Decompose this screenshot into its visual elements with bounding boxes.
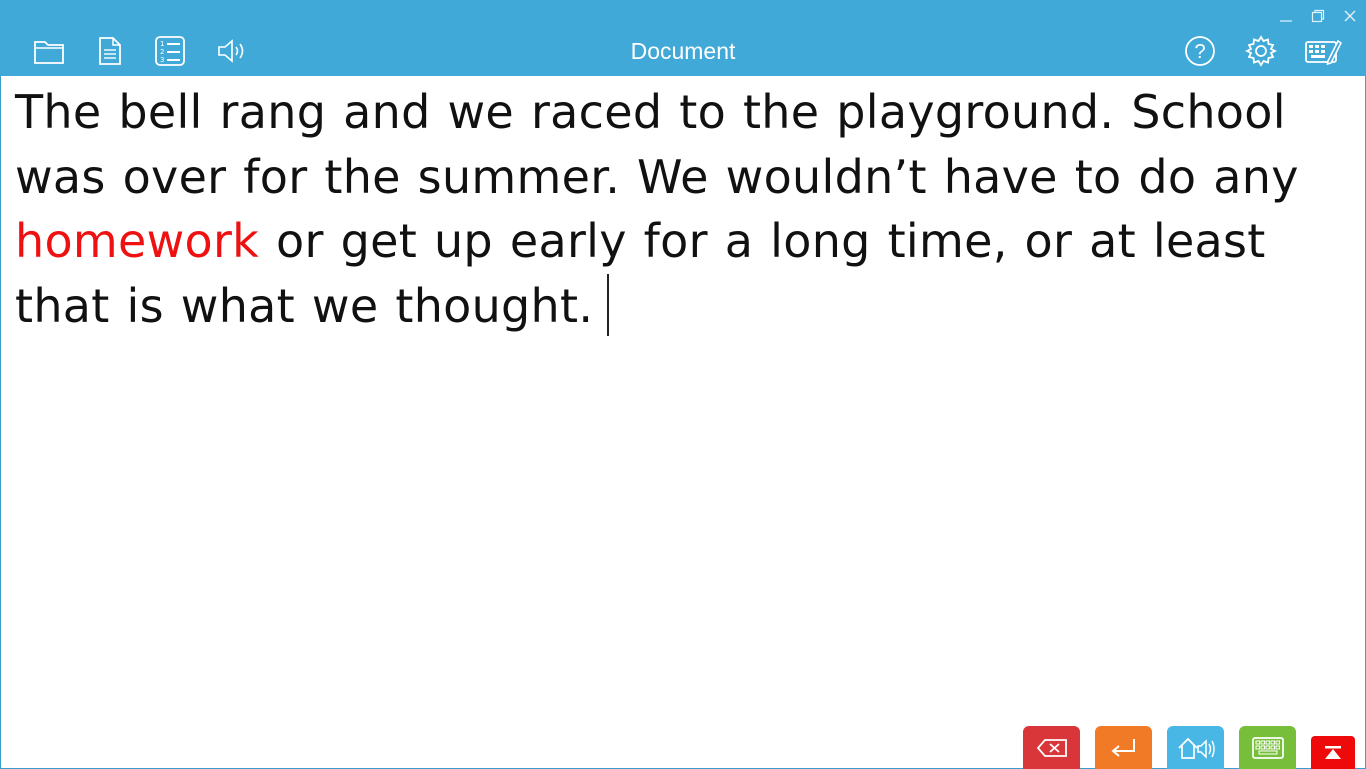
minimize-icon[interactable] [1276,6,1296,26]
keyboard-icon [1251,736,1284,759]
enter-button[interactable] [1095,726,1152,769]
text-caret [607,273,610,336]
svg-text:?: ? [1194,41,1205,63]
restore-icon[interactable] [1308,6,1328,26]
document-text-area[interactable]: The bell rang and we raced to the playgr… [15,80,1355,338]
speak-icon [1177,737,1215,759]
title-bar: 123 Document ? [0,0,1366,76]
collapse-button[interactable] [1311,736,1355,769]
window-title: Document [630,38,736,64]
backspace-icon [1036,738,1067,757]
help-icon[interactable]: ? [1183,34,1217,68]
keyboard-button[interactable] [1239,726,1296,769]
close-icon[interactable] [1340,6,1360,26]
backspace-button[interactable] [1023,726,1080,769]
keyboard-edit-icon[interactable] [1304,34,1342,68]
highlighted-word: homework [15,214,260,268]
settings-gear-icon[interactable] [1244,34,1278,68]
collapse-up-icon [1325,745,1341,759]
document-text: The bell rang and we raced to the playgr… [15,85,1299,204]
speak-button[interactable] [1167,726,1224,769]
enter-icon [1110,738,1135,757]
